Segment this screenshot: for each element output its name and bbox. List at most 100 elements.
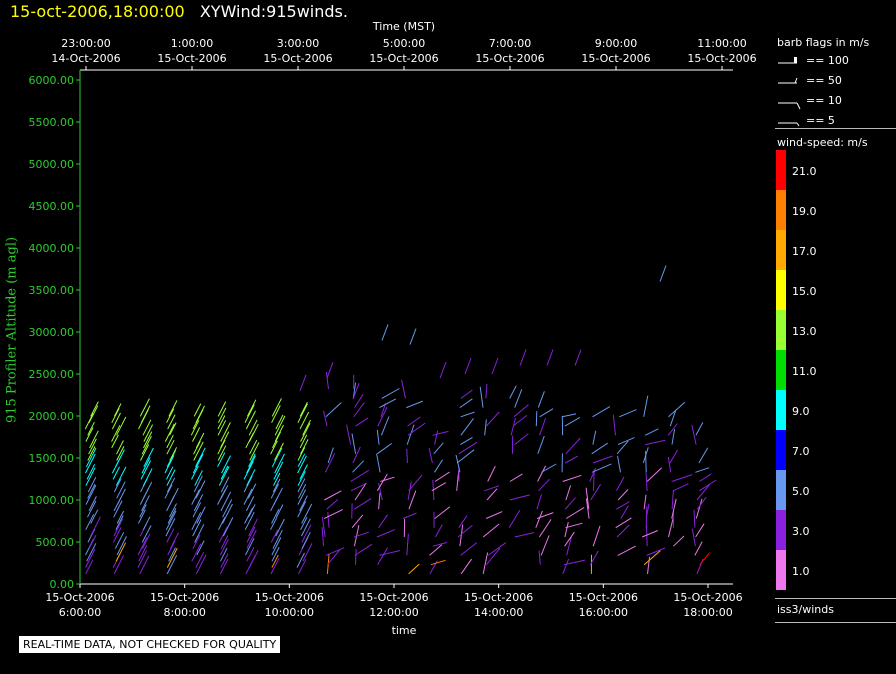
wind-barb — [164, 455, 175, 474]
wind-barb — [485, 383, 488, 399]
wind-barb — [671, 429, 676, 445]
wind-barb — [659, 265, 667, 282]
wind-barb — [249, 439, 258, 455]
wind-barb — [380, 416, 390, 436]
wind-barb — [699, 479, 717, 492]
wind-barb — [513, 404, 529, 418]
wind-barb — [353, 531, 369, 538]
wind-barb — [164, 423, 175, 442]
wind-barb — [355, 549, 357, 565]
wind-barb — [300, 439, 309, 455]
wind-barb — [324, 490, 342, 501]
wind-barb — [190, 420, 200, 436]
wind-barb — [691, 528, 696, 547]
wind-barb — [644, 428, 659, 436]
y-tick-label: 0.00 — [50, 578, 75, 591]
x-tick-time: 10:00:00 — [265, 606, 314, 619]
wind-barb — [592, 430, 597, 445]
barb-legend-title: barb flags in m/s — [777, 36, 870, 49]
wind-barb — [537, 435, 545, 454]
wind-barb — [485, 411, 500, 427]
wind-barb — [460, 418, 474, 436]
y-tick-label: 500.00 — [36, 536, 75, 549]
wind-barb — [460, 558, 473, 575]
wind-barb — [487, 542, 507, 556]
y-tick-label: 2500.00 — [29, 368, 75, 381]
wind-barb — [376, 473, 388, 492]
top-tick-date: 15-Oct-2006 — [687, 52, 756, 65]
wind-barb — [408, 563, 420, 575]
wind-barb — [90, 401, 99, 417]
wind-barb — [671, 474, 693, 482]
wind-barb — [456, 470, 460, 491]
top-tick-date: 15-Oct-2006 — [581, 52, 650, 65]
y-tick-label: 2000.00 — [29, 410, 75, 423]
wind-barb — [564, 497, 576, 510]
y-tick-label: 5500.00 — [29, 116, 75, 129]
wind-barb — [302, 543, 313, 562]
wind-barb — [90, 516, 101, 537]
wind-barb — [562, 558, 570, 575]
wind-barb — [169, 532, 179, 549]
wind-barb — [139, 555, 150, 575]
top-tick-date: 15-Oct-2006 — [157, 52, 226, 65]
legend-divider — [775, 128, 896, 129]
quality-notice: REAL-TIME DATA, NOT CHECKED FOR QUALITY — [19, 636, 281, 653]
wind-barb — [406, 448, 408, 464]
wind-barb — [434, 430, 439, 445]
wind-barb — [509, 494, 530, 501]
wind-barb — [166, 477, 176, 493]
wind-barb — [325, 547, 345, 556]
wind-barb — [85, 513, 95, 531]
wind-barb — [540, 535, 550, 556]
wind-barb — [645, 472, 648, 491]
wind-barb — [195, 405, 205, 423]
wind-barb — [245, 537, 255, 556]
wind-barb — [327, 512, 330, 528]
top-axis-title: Time (MST) — [372, 20, 435, 33]
wind-barb — [514, 389, 523, 408]
wind-barb — [351, 433, 357, 454]
wind-barb — [326, 499, 339, 510]
wind-barb — [479, 386, 484, 408]
wind-barb — [88, 405, 99, 423]
wind-barb — [379, 550, 401, 556]
wind-barb — [696, 484, 711, 501]
station-label: iss3/winds — [777, 603, 834, 616]
wind-barb — [514, 532, 535, 538]
wind-barb — [589, 468, 597, 482]
wind-barb — [617, 545, 636, 556]
wind-barb — [434, 471, 450, 482]
legend-panel: barb flags in m/s wind-speed: m/s iss3/w… — [775, 30, 896, 630]
wind-barb — [323, 410, 328, 427]
wind-barb — [346, 424, 352, 445]
wind-barb — [668, 401, 686, 418]
wind-barb — [191, 465, 199, 480]
wind-barb — [565, 507, 585, 519]
wind-barb — [220, 485, 229, 499]
top-tick-date: 14-Oct-2006 — [51, 52, 120, 65]
wind-barb — [537, 465, 547, 482]
wind-barb — [643, 494, 647, 510]
wind-barb — [645, 439, 666, 446]
top-tick-time: 5:00:00 — [383, 37, 425, 50]
wind-barb — [376, 429, 380, 445]
wind-barb — [647, 556, 651, 574]
wind-barb — [482, 523, 500, 538]
wind-barb — [115, 515, 124, 531]
wind-barb — [271, 447, 283, 468]
wind-barb — [169, 503, 177, 518]
wind-barb — [519, 349, 527, 366]
wind-barb — [484, 419, 487, 436]
wind-barb — [297, 471, 306, 486]
wind-barb — [244, 404, 255, 423]
wind-barb — [695, 467, 710, 473]
wind-barb — [246, 399, 257, 417]
wind-barb — [137, 509, 146, 524]
wind-barb — [169, 447, 178, 461]
wind-barb — [297, 403, 308, 423]
top-tick-time: 11:00:00 — [697, 37, 746, 50]
wind-barb — [401, 379, 406, 399]
wind-barb — [272, 478, 281, 493]
wind-barb — [509, 473, 523, 482]
